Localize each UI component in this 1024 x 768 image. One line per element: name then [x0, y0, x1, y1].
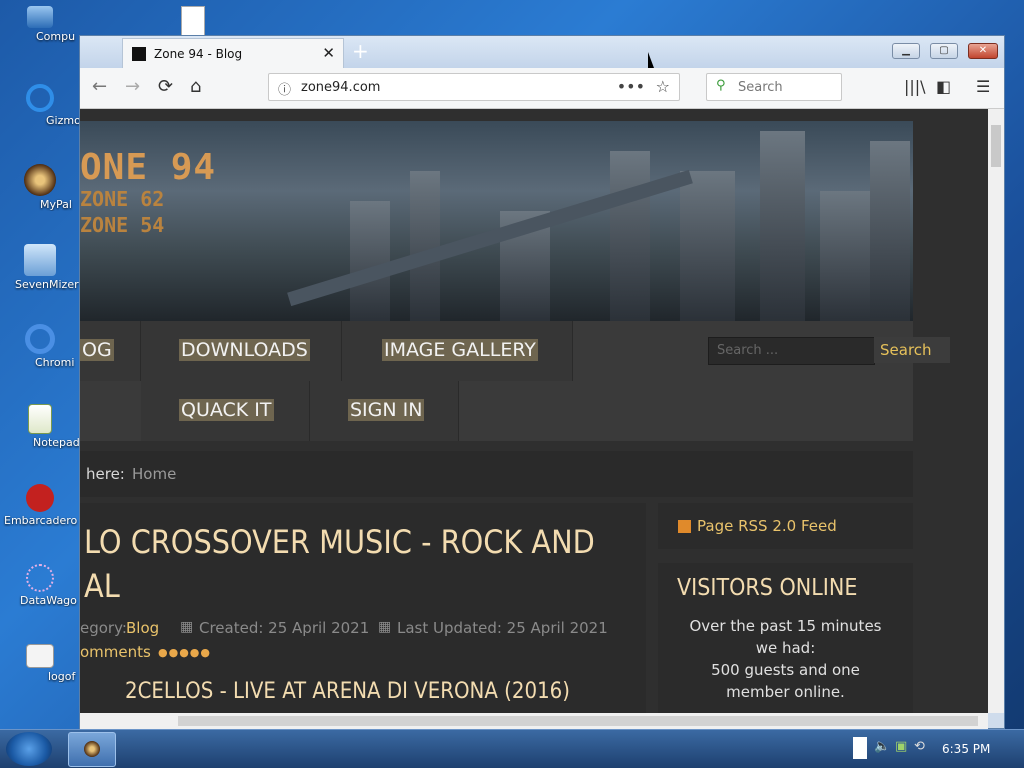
site-search-label[interactable]: Search — [880, 341, 932, 359]
start-button[interactable] — [6, 732, 52, 766]
taskbar-browser-button[interactable] — [68, 732, 116, 767]
desktop-icon-mypal[interactable]: MyPal — [0, 164, 80, 211]
desktop-icon-computer[interactable]: Compu — [0, 4, 80, 43]
category-link[interactable]: Blog — [126, 619, 159, 637]
gizmo-icon — [26, 84, 54, 112]
menu-icon[interactable]: ☰ — [976, 77, 990, 96]
visitors-title: VISITORS ONLINE — [677, 575, 858, 601]
mypal-icon — [24, 164, 56, 196]
notepad-icon — [28, 404, 52, 434]
breadcrumb: here: Home — [80, 451, 913, 497]
article-subtitle: 2CELLOS - LIVE AT ARENA DI VERONA (2016) — [125, 679, 570, 704]
clock[interactable]: 6:35 PM — [942, 742, 990, 756]
calendar-updated-icon: ▦ — [378, 619, 392, 635]
volume-icon[interactable]: 🔈 — [874, 739, 890, 754]
calendar-icon: ▦ — [180, 619, 194, 635]
mouse-cursor-icon — [648, 52, 654, 68]
visitors-online-module: VISITORS ONLINE Over the past 15 minutes… — [658, 563, 913, 713]
desktop-icon-logoff[interactable]: logof — [0, 644, 80, 683]
rss-box: Page RSS 2.0 Feed — [658, 503, 913, 549]
comments-link[interactable]: omments — [80, 643, 151, 661]
site-info-icon[interactable]: ⓘ — [278, 79, 291, 98]
sevenmizer-icon — [24, 244, 56, 276]
desktop-icon-chromium[interactable]: Chromi — [0, 324, 80, 369]
rss-icon — [678, 520, 691, 533]
desktop-icon-datawagon[interactable]: DataWago — [0, 564, 80, 607]
forward-icon[interactable]: → — [125, 76, 140, 97]
browser-search-placeholder: Search — [738, 80, 783, 95]
logo-subline-2: ZONE 54 — [80, 213, 165, 237]
rss-link[interactable]: Page RSS 2.0 Feed — [697, 517, 837, 535]
desktop-icon-embarcadero[interactable]: Embarcadero — [0, 484, 80, 527]
new-tab-icon[interactable]: + — [352, 39, 369, 63]
article-title-line-2: AL — [84, 567, 120, 605]
logo-subline-1: ZONE 62 — [80, 187, 165, 211]
reload-icon[interactable]: ⟳ — [158, 76, 173, 97]
home-icon[interactable]: ⌂ — [190, 76, 201, 97]
browser-app-icon — [84, 741, 100, 757]
network-icon[interactable]: ▣ — [895, 739, 907, 754]
site-search-button[interactable]: Search — [874, 337, 950, 363]
article-title-line-1: LO CROSSOVER MUSIC - ROCK AND — [84, 523, 595, 561]
url-text[interactable]: zone94.com — [301, 80, 380, 95]
datawagon-icon — [26, 564, 54, 592]
bookmark-star-icon[interactable]: ☆ — [656, 77, 670, 96]
browser-tab[interactable]: Zone 94 - Blog ✕ — [122, 38, 344, 68]
page-actions-icon[interactable]: ••• — [617, 77, 645, 96]
site-favicon-icon — [132, 47, 146, 61]
minimize-button[interactable]: ▁ — [892, 43, 920, 59]
desktop-icon-sevenmizer[interactable]: SevenMizer — [0, 244, 80, 291]
maximize-button[interactable]: ▢ — [930, 43, 958, 59]
search-icon: ⚲ — [716, 78, 726, 93]
taskbar: 🔈 ▣ ⟲ 6:35 PM — [0, 729, 1024, 768]
title-bar: Zone 94 - Blog ✕ + ▁ ▢ ✕ — [80, 36, 1004, 68]
embarcadero-icon — [26, 484, 54, 512]
computer-icon — [27, 6, 53, 28]
menu-item-quack-it[interactable]: QUACK IT — [141, 381, 310, 441]
navigation-toolbar: ← → ⟳ ⌂ ⓘ zone94.com ••• ☆ ⚲ Search |||\… — [80, 68, 1004, 109]
article: LO CROSSOVER MUSIC - ROCK AND AL egory: … — [80, 503, 646, 713]
scroll-thumb[interactable] — [991, 125, 1001, 167]
updated-date: Last Updated: 25 April 2021 — [397, 619, 608, 637]
breadcrumb-prefix: here: — [86, 465, 125, 483]
breadcrumb-home[interactable]: Home — [132, 465, 176, 483]
address-bar[interactable]: ⓘ zone94.com ••• ☆ — [268, 73, 680, 101]
desktop-icon-notepad[interactable]: Notepad — [0, 404, 80, 449]
back-icon[interactable]: ← — [92, 76, 107, 97]
sidebar-icon[interactable]: ◧ — [936, 77, 951, 96]
desktop-file-icon[interactable] — [181, 6, 205, 36]
action-center-icon[interactable]: ⟲ — [914, 739, 925, 754]
close-window-button[interactable]: ✕ — [968, 43, 998, 59]
site-search-placeholder: Search ... — [717, 343, 779, 358]
browser-search-box[interactable]: ⚲ Search — [706, 73, 842, 101]
rating-icon: ●●●●● — [158, 646, 211, 659]
logoff-icon — [26, 644, 54, 668]
page-viewport: ONE 94 ZONE 62 ZONE 54 OG DOWNLOADS IMAG… — [80, 109, 988, 713]
vertical-scrollbar[interactable] — [988, 109, 1004, 713]
tab-title: Zone 94 - Blog — [154, 47, 243, 61]
menu-item-image-gallery[interactable]: IMAGE GALLERY — [342, 321, 573, 381]
hscroll-thumb[interactable] — [178, 716, 978, 726]
horizontal-scrollbar[interactable] — [80, 713, 988, 729]
close-tab-icon[interactable]: ✕ — [322, 44, 335, 62]
site-logo[interactable]: ONE 94 — [80, 147, 216, 188]
menu-item-sign-in[interactable]: SIGN IN — [310, 381, 459, 441]
chromium-icon — [25, 324, 55, 354]
menu-item-blog[interactable]: OG — [80, 321, 141, 381]
visitors-count: 500 guests and one member online. — [711, 661, 860, 701]
desktop-icon-gizmo[interactable]: Gizmo — [0, 84, 80, 127]
menu-item-downloads[interactable]: DOWNLOADS — [141, 321, 342, 381]
browser-window: Zone 94 - Blog ✕ + ▁ ▢ ✕ ← → ⟳ ⌂ ⓘ zone9… — [79, 35, 1005, 729]
site-banner: ONE 94 ZONE 62 ZONE 54 — [80, 121, 913, 321]
library-icon[interactable]: |||\ — [904, 77, 926, 96]
created-date: Created: 25 April 2021 — [199, 619, 370, 637]
category-label: egory: — [80, 619, 127, 637]
visitors-text: Over the past 15 minutes we had: — [689, 617, 882, 657]
site-search-input[interactable]: Search ... — [708, 337, 875, 365]
tray-notification-area[interactable] — [853, 737, 867, 759]
